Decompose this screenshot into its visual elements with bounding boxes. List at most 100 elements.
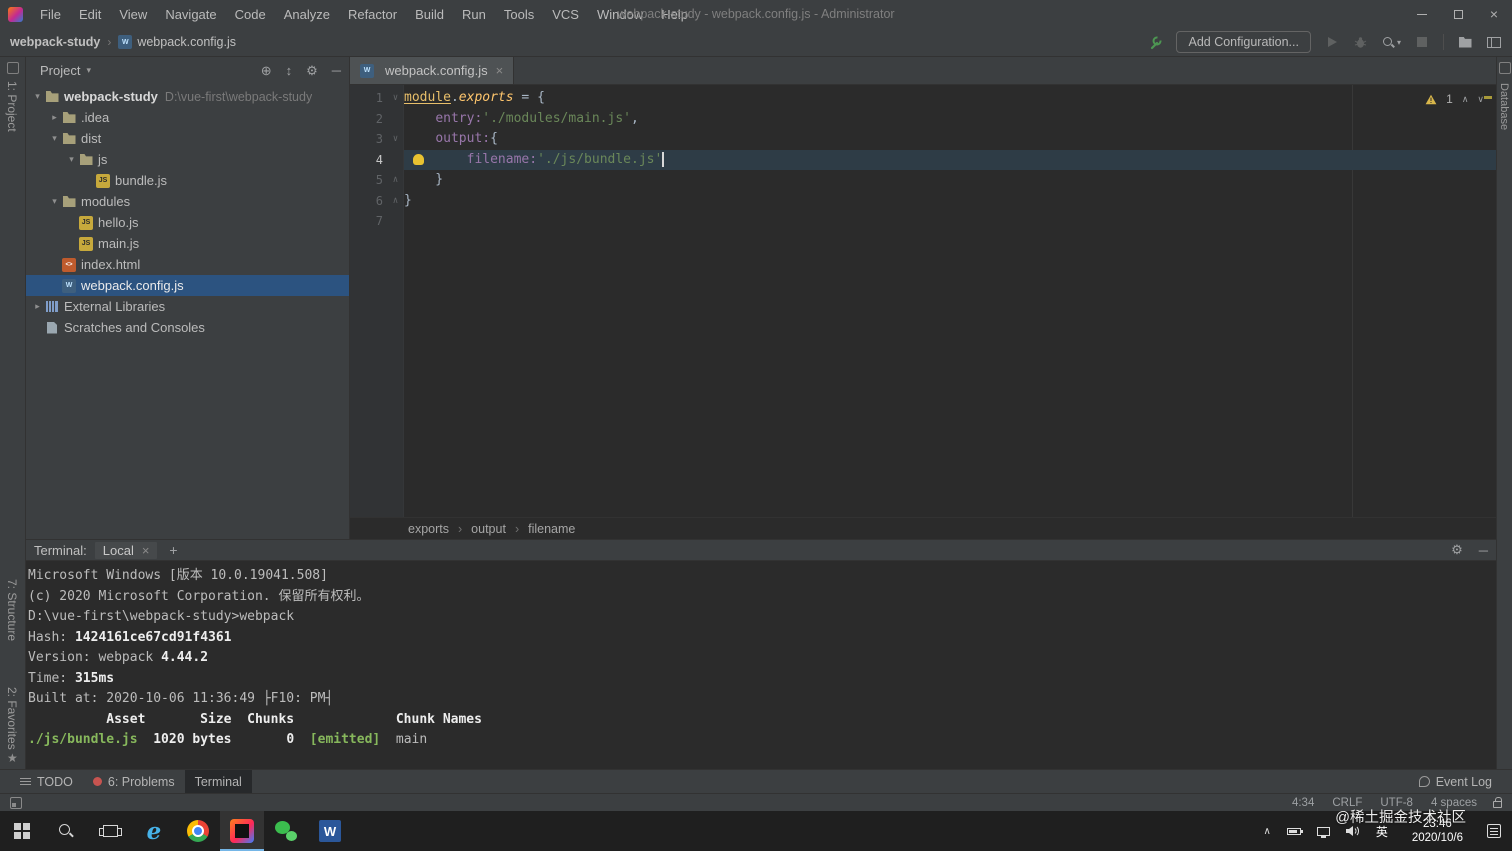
terminal-body[interactable]: Microsoft Windows [版本 10.0.19041.508](c)… xyxy=(26,561,1496,769)
lock-icon[interactable] xyxy=(1493,801,1502,808)
new-terminal-session-button[interactable]: + xyxy=(165,542,181,558)
battery-button[interactable] xyxy=(1279,811,1309,851)
gear-icon[interactable]: ⚙ xyxy=(306,63,318,79)
layout-icon[interactable] xyxy=(1486,32,1502,52)
todo-button[interactable]: TODO xyxy=(10,770,83,793)
tool-window-switcher-icon[interactable] xyxy=(10,797,22,809)
hide-panel-icon[interactable]: ─ xyxy=(332,63,341,78)
tool-window-button-favorites[interactable]: 2: Favorites xyxy=(5,687,19,750)
chevron-down-icon[interactable]: ▾ xyxy=(47,196,62,207)
terminal-minimize-icon[interactable]: ─ xyxy=(1479,543,1488,558)
word-app-button[interactable]: W xyxy=(308,811,352,851)
menu-edit[interactable]: Edit xyxy=(70,7,110,22)
nav-item-webpack-study[interactable]: webpack-study xyxy=(10,35,100,49)
problems-button[interactable]: 6: Problems xyxy=(83,770,185,793)
tree-item-main-js[interactable]: JSmain.js xyxy=(26,233,349,254)
stop-button[interactable] xyxy=(1414,32,1430,52)
menu-navigate[interactable]: Navigate xyxy=(156,7,225,22)
intellij-app-button[interactable] xyxy=(220,811,264,851)
menu-view[interactable]: View xyxy=(110,7,156,22)
chevron-down-icon[interactable]: ▾ xyxy=(64,154,79,165)
fold-up-icon[interactable]: ∧ xyxy=(387,170,404,191)
code-line-7[interactable]: 7 xyxy=(350,211,1496,232)
next-issue-icon[interactable]: ∨ xyxy=(1477,94,1484,105)
menu-refactor[interactable]: Refactor xyxy=(339,7,406,22)
tree-item-scratches-and-consoles[interactable]: Scratches and Consoles xyxy=(26,317,349,338)
favorites-star-icon[interactable]: ★ xyxy=(7,751,18,765)
tool-window-button-structure[interactable]: 7: Structure xyxy=(5,579,19,641)
run-button[interactable] xyxy=(1324,32,1340,52)
code-line-6[interactable]: 6∧} xyxy=(350,191,1496,212)
menu-tools[interactable]: Tools xyxy=(495,7,543,22)
minimize-button[interactable] xyxy=(1404,0,1440,28)
wrench-icon[interactable] xyxy=(1147,32,1163,52)
tree-item-dist[interactable]: ▾dist xyxy=(26,128,349,149)
close-tab-icon[interactable]: × xyxy=(496,63,504,78)
chevron-down-icon[interactable]: ▾ xyxy=(86,65,91,76)
debug-bug-icon[interactable] xyxy=(1353,32,1369,52)
prev-issue-icon[interactable]: ∧ xyxy=(1462,94,1469,105)
menu-code[interactable]: Code xyxy=(226,7,275,22)
fold-down-icon[interactable]: ∨ xyxy=(387,88,404,109)
menu-file[interactable]: File xyxy=(31,7,70,22)
chevron-down-icon[interactable]: ▾ xyxy=(47,133,62,144)
database-tool-icon[interactable] xyxy=(1499,62,1511,74)
tree-item-bundle-js[interactable]: JSbundle.js xyxy=(26,170,349,191)
close-button[interactable]: × xyxy=(1476,0,1512,28)
tool-window-button-project[interactable]: 1: Project xyxy=(5,81,19,132)
breadcrumb-exports[interactable]: exports xyxy=(408,522,449,536)
breadcrumb-output[interactable]: output xyxy=(471,522,506,536)
locate-file-icon[interactable]: ⊕ xyxy=(261,63,272,79)
add-configuration-button[interactable]: Add Configuration... xyxy=(1176,31,1311,53)
terminal-button[interactable]: Terminal xyxy=(185,770,252,793)
code-area[interactable]: 1∨module.exports = {2 entry:'./modules/m… xyxy=(350,85,1496,517)
maximize-button[interactable] xyxy=(1440,0,1476,28)
edge-app-button[interactable]: e xyxy=(132,811,176,851)
tree-item-hello-js[interactable]: JShello.js xyxy=(26,212,349,233)
start-button[interactable] xyxy=(0,811,44,851)
taskbar-search-button[interactable] xyxy=(44,811,88,851)
breadcrumb-filename[interactable]: filename xyxy=(528,522,575,536)
tree-item-external-libraries[interactable]: ▸External Libraries xyxy=(26,296,349,317)
terminal-settings-gear-icon[interactable]: ⚙ xyxy=(1451,542,1463,558)
intention-bulb-icon[interactable] xyxy=(413,154,424,165)
tree-item-js[interactable]: ▾js xyxy=(26,149,349,170)
terminal-tab-local[interactable]: Local × xyxy=(95,542,158,559)
menu-run[interactable]: Run xyxy=(453,7,495,22)
inspection-widget[interactable]: 1 ∧ ∨ xyxy=(1425,92,1484,106)
project-panel-title[interactable]: Project xyxy=(40,63,80,78)
project-tool-icon[interactable] xyxy=(7,62,19,74)
code-line-5[interactable]: 5∧ } xyxy=(350,170,1496,191)
menu-vcs[interactable]: VCS xyxy=(543,7,588,22)
chrome-app-button[interactable] xyxy=(176,811,220,851)
tree-item-index-html[interactable]: <>index.html xyxy=(26,254,349,275)
code-line-4[interactable]: 4 filename:'./js/bundle.js' xyxy=(350,150,1496,171)
fold-down-icon[interactable]: ∨ xyxy=(387,129,404,150)
close-terminal-tab-icon[interactable]: × xyxy=(142,543,150,558)
action-center-button[interactable] xyxy=(1479,811,1509,851)
event-log-button[interactable]: Event Log xyxy=(1409,770,1502,793)
menu-analyze[interactable]: Analyze xyxy=(275,7,339,22)
tree-item-idea[interactable]: ▸.idea xyxy=(26,107,349,128)
chevron-right-icon[interactable]: ▸ xyxy=(30,301,45,312)
network-button[interactable] xyxy=(1309,811,1338,851)
tray-expand-button[interactable]: ∧ xyxy=(1255,811,1278,851)
tree-item-webpack-study[interactable]: ▾webpack-studyD:\vue-first\webpack-study xyxy=(26,86,349,107)
chevron-down-icon[interactable]: ▾ xyxy=(30,91,45,102)
tool-window-button-database[interactable]: Database xyxy=(1498,83,1510,130)
caret-position[interactable]: 4:34 xyxy=(1292,797,1314,809)
code-line-3[interactable]: 3∨ output:{ xyxy=(350,129,1496,150)
editor-tab-webpack-config-js[interactable]: W webpack.config.js × xyxy=(350,57,514,84)
wechat-app-button[interactable] xyxy=(264,811,308,851)
code-editor[interactable]: 1∨module.exports = {2 entry:'./modules/m… xyxy=(350,85,1496,517)
nav-item-webpack-config-js[interactable]: webpack.config.js xyxy=(137,35,236,49)
code-line-2[interactable]: 2 entry:'./modules/main.js', xyxy=(350,109,1496,130)
project-folder-icon[interactable] xyxy=(1457,32,1473,52)
fold-up-icon[interactable]: ∧ xyxy=(387,191,404,212)
warning-stripe-mark[interactable] xyxy=(1484,96,1492,99)
expand-collapse-icon[interactable]: ↕ xyxy=(286,63,293,78)
menu-build[interactable]: Build xyxy=(406,7,453,22)
chevron-right-icon[interactable]: ▸ xyxy=(47,112,62,123)
tree-item-modules[interactable]: ▾modules xyxy=(26,191,349,212)
code-line-1[interactable]: 1∨module.exports = { xyxy=(350,88,1496,109)
